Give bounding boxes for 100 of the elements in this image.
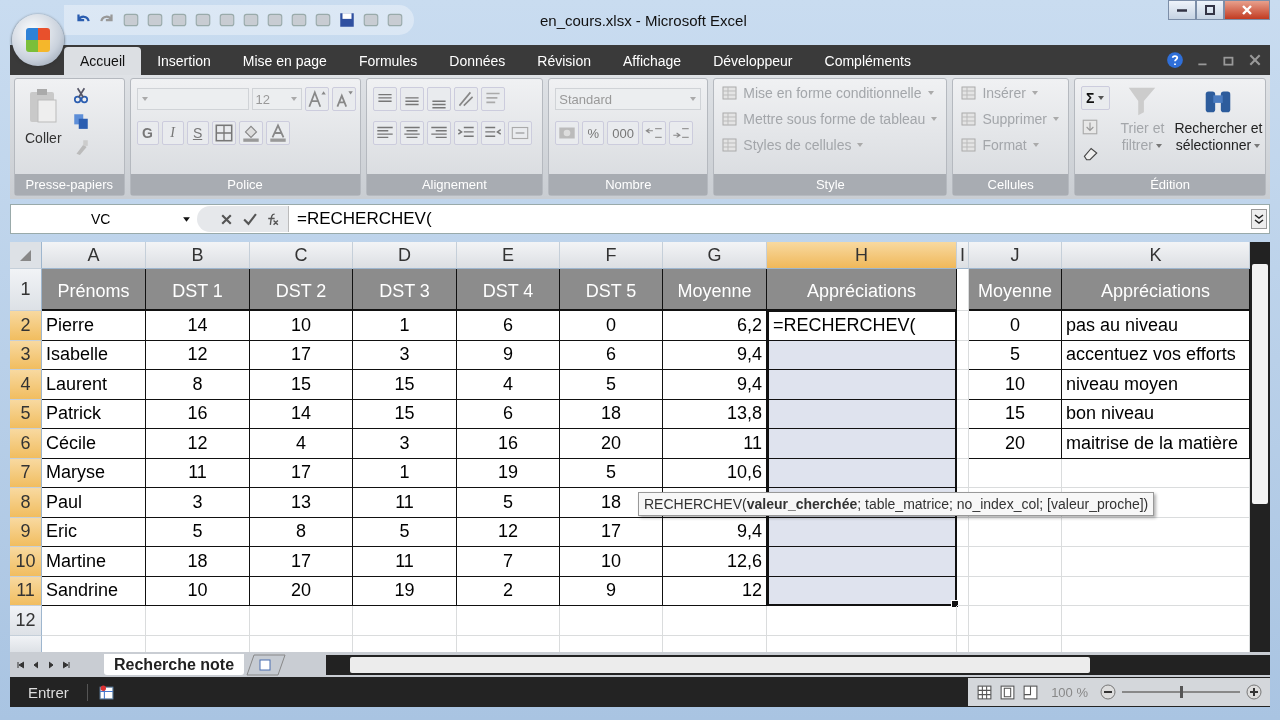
grid-cell[interactable]: [969, 458, 1062, 488]
grid-cell[interactable]: [663, 606, 767, 636]
normal-view-icon[interactable]: [976, 683, 994, 701]
ribbon-tab[interactable]: Compléments: [808, 47, 927, 75]
selected-cell[interactable]: [767, 517, 957, 547]
grid-cell[interactable]: [560, 606, 663, 636]
page-break-icon[interactable]: [1022, 683, 1040, 701]
maximize-button[interactable]: [1196, 0, 1224, 20]
font-style-button[interactable]: S: [186, 121, 209, 145]
align-icon[interactable]: [399, 121, 424, 145]
grid-cell[interactable]: [969, 606, 1062, 636]
shrink-font-icon[interactable]: [331, 87, 356, 111]
selected-cell[interactable]: [767, 547, 957, 577]
row-header[interactable]: 4: [10, 370, 42, 400]
column-header[interactable]: D: [353, 242, 457, 269]
zoom-out-icon[interactable]: [1100, 684, 1116, 700]
office-button[interactable]: [12, 14, 64, 66]
sheet-nav-icon[interactable]: [61, 659, 71, 670]
grid-cell[interactable]: [457, 606, 560, 636]
align-icon[interactable]: [372, 87, 397, 111]
indent-icon[interactable]: [453, 121, 478, 145]
grid-cell[interactable]: [957, 517, 969, 547]
row-header[interactable]: 10: [10, 547, 42, 577]
decrease-decimal-icon[interactable]: [669, 121, 693, 145]
column-header[interactable]: I: [957, 242, 969, 269]
sheet-nav-icon[interactable]: [31, 659, 41, 670]
font-color-icon[interactable]: [265, 121, 290, 145]
expand-icon[interactable]: [1251, 208, 1267, 230]
paste-button[interactable]: Coller: [21, 84, 66, 150]
macro-record-icon[interactable]: [97, 683, 115, 701]
grid-cell[interactable]: [957, 340, 969, 370]
selected-cell[interactable]: [767, 340, 957, 370]
scissors-icon[interactable]: [71, 86, 90, 104]
ribbon-tab[interactable]: Révision: [521, 47, 607, 75]
horizontal-scrollbar[interactable]: [326, 654, 1270, 675]
align-icon[interactable]: [399, 87, 424, 111]
grid-cell[interactable]: [957, 311, 969, 341]
ribbon-tab[interactable]: Mise en page: [226, 47, 343, 75]
grid-cell[interactable]: [353, 606, 457, 636]
grid-cell[interactable]: [969, 547, 1062, 577]
ribbon-command[interactable]: Rechercher et sélectionner: [1174, 84, 1263, 154]
check-icon[interactable]: [242, 211, 257, 227]
row-header[interactable]: 3: [10, 340, 42, 370]
fill-handle[interactable]: [951, 600, 959, 608]
grid-cell[interactable]: [957, 458, 969, 488]
function-icon[interactable]: [265, 211, 280, 227]
align-icon[interactable]: [426, 87, 451, 111]
wrap-text-icon[interactable]: [480, 87, 505, 111]
currency-icon[interactable]: [555, 121, 580, 145]
selected-cell[interactable]: [767, 429, 957, 459]
grid-cell[interactable]: [969, 517, 1062, 547]
column-header[interactable]: A: [42, 242, 146, 269]
autosum-button[interactable]: Σ: [1081, 86, 1111, 110]
selected-cell[interactable]: [767, 399, 957, 429]
grid-cell[interactable]: [250, 606, 353, 636]
row-header[interactable]: 11: [10, 576, 42, 606]
selected-cell[interactable]: [767, 576, 957, 606]
font-name-dropdown[interactable]: [136, 88, 249, 110]
column-header[interactable]: J: [969, 242, 1062, 269]
column-header[interactable]: C: [250, 242, 353, 269]
grid-cell[interactable]: [957, 429, 969, 459]
close-button[interactable]: [1224, 0, 1270, 20]
ribbon-tab[interactable]: Accueil: [64, 47, 142, 75]
vertical-scrollbar[interactable]: [1250, 242, 1270, 652]
formula-field[interactable]: =RECHERCHEV(: [289, 209, 1251, 229]
column-header[interactable]: E: [457, 242, 560, 269]
column-header[interactable]: B: [146, 242, 250, 269]
merge-icon[interactable]: [507, 121, 532, 145]
ribbon-tab[interactable]: Insertion: [141, 47, 227, 75]
number-format-button[interactable]: %: [582, 121, 605, 145]
row-header[interactable]: 9: [10, 517, 42, 547]
page-layout-icon[interactable]: [999, 683, 1017, 701]
ribbon-tab[interactable]: Données: [433, 47, 522, 75]
column-header[interactable]: F: [560, 242, 663, 269]
column-header[interactable]: H: [767, 242, 957, 269]
borders-icon[interactable]: [211, 121, 236, 145]
grid-cell[interactable]: [957, 547, 969, 577]
row-header[interactable]: 7: [10, 458, 42, 488]
font-style-button[interactable]: I: [161, 121, 184, 145]
row-header[interactable]: 12: [10, 606, 42, 636]
align-icon[interactable]: [372, 121, 397, 145]
grid-cell[interactable]: [767, 606, 957, 636]
zoom-in-icon[interactable]: [1246, 684, 1262, 700]
increase-decimal-icon[interactable]: [642, 121, 666, 145]
zoom-slider-thumb[interactable]: [1180, 686, 1183, 698]
selected-cell[interactable]: [767, 458, 957, 488]
select-all-button[interactable]: [10, 242, 42, 269]
row-header[interactable]: 6: [10, 429, 42, 459]
name-box[interactable]: VC: [11, 211, 197, 227]
grid-cell[interactable]: [957, 606, 969, 636]
help-icon[interactable]: [1166, 51, 1184, 69]
row-header[interactable]: 5: [10, 399, 42, 429]
selected-cell[interactable]: [767, 370, 957, 400]
grid-cell[interactable]: [957, 576, 969, 606]
row-header[interactable]: 8: [10, 488, 42, 518]
orientation-icon[interactable]: [453, 87, 478, 111]
font-style-button[interactable]: G: [136, 121, 159, 145]
save-icon[interactable]: [338, 10, 356, 29]
row-header[interactable]: 1: [10, 269, 42, 311]
number-format-button[interactable]: 000: [607, 121, 639, 145]
